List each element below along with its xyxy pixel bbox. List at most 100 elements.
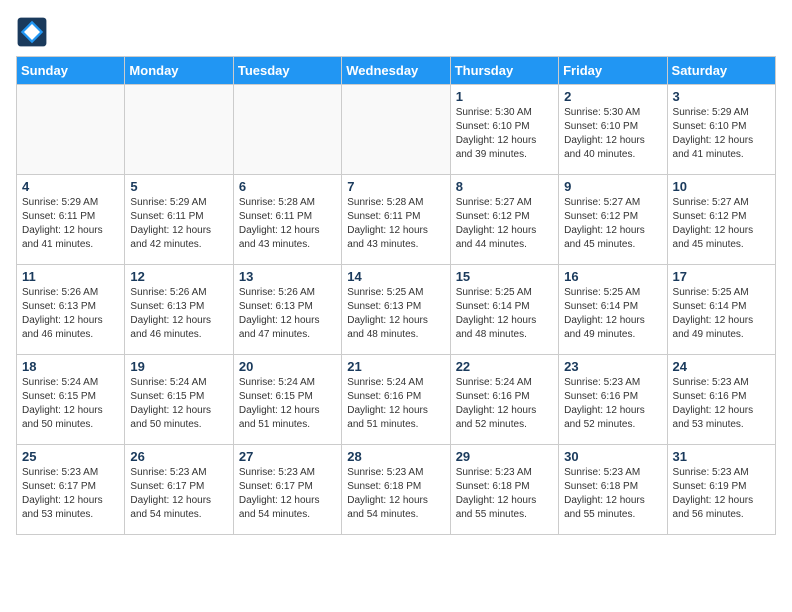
calendar-cell: 25 Sunrise: 5:23 AM Sunset: 6:17 PM Dayli… xyxy=(17,445,125,535)
day-number: 27 xyxy=(239,449,336,464)
day-info: Sunrise: 5:30 AM Sunset: 6:10 PM Dayligh… xyxy=(456,106,553,162)
day-info: Sunrise: 5:27 AM Sunset: 6:12 PM Dayligh… xyxy=(456,196,553,252)
calendar-cell xyxy=(125,85,233,175)
calendar-cell: 30 Sunrise: 5:23 AM Sunset: 6:18 PM Dayli… xyxy=(559,445,667,535)
calendar-cell: 26 Sunrise: 5:23 AM Sunset: 6:17 PM Dayli… xyxy=(125,445,233,535)
day-info: Sunrise: 5:23 AM Sunset: 6:16 PM Dayligh… xyxy=(673,376,770,432)
day-number: 26 xyxy=(130,449,227,464)
calendar-cell: 28 Sunrise: 5:23 AM Sunset: 6:18 PM Dayli… xyxy=(342,445,450,535)
day-number: 11 xyxy=(22,269,119,284)
calendar-cell: 24 Sunrise: 5:23 AM Sunset: 6:16 PM Dayli… xyxy=(667,355,775,445)
logo xyxy=(16,16,52,48)
day-header-monday: Monday xyxy=(125,57,233,85)
day-info: Sunrise: 5:29 AM Sunset: 6:11 PM Dayligh… xyxy=(130,196,227,252)
day-info: Sunrise: 5:24 AM Sunset: 6:15 PM Dayligh… xyxy=(130,376,227,432)
day-number: 16 xyxy=(564,269,661,284)
day-info: Sunrise: 5:25 AM Sunset: 6:14 PM Dayligh… xyxy=(456,286,553,342)
calendar-cell: 8 Sunrise: 5:27 AM Sunset: 6:12 PM Daylig… xyxy=(450,175,558,265)
day-info: Sunrise: 5:26 AM Sunset: 6:13 PM Dayligh… xyxy=(22,286,119,342)
calendar-cell: 3 Sunrise: 5:29 AM Sunset: 6:10 PM Daylig… xyxy=(667,85,775,175)
day-info: Sunrise: 5:26 AM Sunset: 6:13 PM Dayligh… xyxy=(239,286,336,342)
day-number: 28 xyxy=(347,449,444,464)
day-info: Sunrise: 5:23 AM Sunset: 6:18 PM Dayligh… xyxy=(347,466,444,522)
day-number: 25 xyxy=(22,449,119,464)
day-number: 15 xyxy=(456,269,553,284)
logo-icon xyxy=(16,16,48,48)
day-info: Sunrise: 5:25 AM Sunset: 6:14 PM Dayligh… xyxy=(673,286,770,342)
calendar-cell: 13 Sunrise: 5:26 AM Sunset: 6:13 PM Dayli… xyxy=(233,265,341,355)
day-info: Sunrise: 5:27 AM Sunset: 6:12 PM Dayligh… xyxy=(673,196,770,252)
day-number: 6 xyxy=(239,179,336,194)
page-header xyxy=(16,16,776,48)
calendar-cell: 18Sunrise: 5:24 AM Sunset: 6:15 PM Dayli… xyxy=(17,355,125,445)
day-number: 24 xyxy=(673,359,770,374)
day-header-saturday: Saturday xyxy=(667,57,775,85)
day-number: 31 xyxy=(673,449,770,464)
calendar-header-row: SundayMondayTuesdayWednesdayThursdayFrid… xyxy=(17,57,776,85)
day-info: Sunrise: 5:29 AM Sunset: 6:10 PM Dayligh… xyxy=(673,106,770,162)
calendar-cell xyxy=(233,85,341,175)
day-info: Sunrise: 5:23 AM Sunset: 6:17 PM Dayligh… xyxy=(239,466,336,522)
day-number: 14 xyxy=(347,269,444,284)
calendar-cell: 15 Sunrise: 5:25 AM Sunset: 6:14 PM Dayli… xyxy=(450,265,558,355)
day-header-tuesday: Tuesday xyxy=(233,57,341,85)
calendar-cell: 21 Sunrise: 5:24 AM Sunset: 6:16 PM Dayli… xyxy=(342,355,450,445)
day-info: Sunrise: 5:25 AM Sunset: 6:13 PM Dayligh… xyxy=(347,286,444,342)
day-info: Sunrise: 5:23 AM Sunset: 6:16 PM Dayligh… xyxy=(564,376,661,432)
day-number: 12 xyxy=(130,269,227,284)
week-row-5: 25 Sunrise: 5:23 AM Sunset: 6:17 PM Dayli… xyxy=(17,445,776,535)
day-header-thursday: Thursday xyxy=(450,57,558,85)
day-number: 1 xyxy=(456,89,553,104)
day-number: 19 xyxy=(130,359,227,374)
day-number: 7 xyxy=(347,179,444,194)
day-info: Sunrise: 5:28 AM Sunset: 6:11 PM Dayligh… xyxy=(239,196,336,252)
calendar-cell xyxy=(17,85,125,175)
day-info: Sunrise: 5:23 AM Sunset: 6:17 PM Dayligh… xyxy=(22,466,119,522)
day-info: Sunrise: 5:24 AM Sunset: 6:16 PM Dayligh… xyxy=(347,376,444,432)
day-info: Sunrise: 5:29 AM Sunset: 6:11 PM Dayligh… xyxy=(22,196,119,252)
day-info: Sunrise: 5:25 AM Sunset: 6:14 PM Dayligh… xyxy=(564,286,661,342)
calendar-cell: 16 Sunrise: 5:25 AM Sunset: 6:14 PM Dayli… xyxy=(559,265,667,355)
day-info: Sunrise: 5:23 AM Sunset: 6:17 PM Dayligh… xyxy=(130,466,227,522)
day-info: Sunrise: 5:27 AM Sunset: 6:12 PM Dayligh… xyxy=(564,196,661,252)
day-number: 17 xyxy=(673,269,770,284)
day-number: 4 xyxy=(22,179,119,194)
week-row-1: 1 Sunrise: 5:30 AM Sunset: 6:10 PM Daylig… xyxy=(17,85,776,175)
day-number: 21 xyxy=(347,359,444,374)
day-info: Sunrise: 5:24 AM Sunset: 6:15 PM Dayligh… xyxy=(22,376,119,432)
day-number: 9 xyxy=(564,179,661,194)
calendar-cell: 9 Sunrise: 5:27 AM Sunset: 6:12 PM Daylig… xyxy=(559,175,667,265)
calendar-cell: 2Sunrise: 5:30 AM Sunset: 6:10 PM Daylig… xyxy=(559,85,667,175)
day-number: 8 xyxy=(456,179,553,194)
calendar-cell: 10 Sunrise: 5:27 AM Sunset: 6:12 PM Dayli… xyxy=(667,175,775,265)
calendar-cell: 22 Sunrise: 5:24 AM Sunset: 6:16 PM Dayli… xyxy=(450,355,558,445)
day-info: Sunrise: 5:30 AM Sunset: 6:10 PM Dayligh… xyxy=(564,106,661,162)
day-number: 10 xyxy=(673,179,770,194)
calendar-cell: 31 Sunrise: 5:23 AM Sunset: 6:19 PM Dayli… xyxy=(667,445,775,535)
calendar-cell: 29Sunrise: 5:23 AM Sunset: 6:18 PM Dayli… xyxy=(450,445,558,535)
day-info: Sunrise: 5:24 AM Sunset: 6:16 PM Dayligh… xyxy=(456,376,553,432)
day-info: Sunrise: 5:26 AM Sunset: 6:13 PM Dayligh… xyxy=(130,286,227,342)
calendar-cell: 17 Sunrise: 5:25 AM Sunset: 6:14 PM Dayli… xyxy=(667,265,775,355)
calendar-cell: 19 Sunrise: 5:24 AM Sunset: 6:15 PM Dayli… xyxy=(125,355,233,445)
day-info: Sunrise: 5:24 AM Sunset: 6:15 PM Dayligh… xyxy=(239,376,336,432)
week-row-3: 11 Sunrise: 5:26 AM Sunset: 6:13 PM Dayli… xyxy=(17,265,776,355)
day-header-wednesday: Wednesday xyxy=(342,57,450,85)
calendar-cell: 14 Sunrise: 5:25 AM Sunset: 6:13 PM Dayli… xyxy=(342,265,450,355)
calendar-cell: 4 Sunrise: 5:29 AM Sunset: 6:11 PM Daylig… xyxy=(17,175,125,265)
week-row-2: 4 Sunrise: 5:29 AM Sunset: 6:11 PM Daylig… xyxy=(17,175,776,265)
day-number: 22 xyxy=(456,359,553,374)
day-number: 13 xyxy=(239,269,336,284)
day-info: Sunrise: 5:28 AM Sunset: 6:11 PM Dayligh… xyxy=(347,196,444,252)
calendar-cell: 12 Sunrise: 5:26 AM Sunset: 6:13 PM Dayli… xyxy=(125,265,233,355)
day-number: 3 xyxy=(673,89,770,104)
day-header-friday: Friday xyxy=(559,57,667,85)
calendar-cell: 5Sunrise: 5:29 AM Sunset: 6:11 PM Daylig… xyxy=(125,175,233,265)
week-row-4: 18Sunrise: 5:24 AM Sunset: 6:15 PM Dayli… xyxy=(17,355,776,445)
day-info: Sunrise: 5:23 AM Sunset: 6:19 PM Dayligh… xyxy=(673,466,770,522)
calendar-cell: 20Sunrise: 5:24 AM Sunset: 6:15 PM Dayli… xyxy=(233,355,341,445)
day-number: 30 xyxy=(564,449,661,464)
day-info: Sunrise: 5:23 AM Sunset: 6:18 PM Dayligh… xyxy=(564,466,661,522)
day-header-sunday: Sunday xyxy=(17,57,125,85)
day-number: 23 xyxy=(564,359,661,374)
